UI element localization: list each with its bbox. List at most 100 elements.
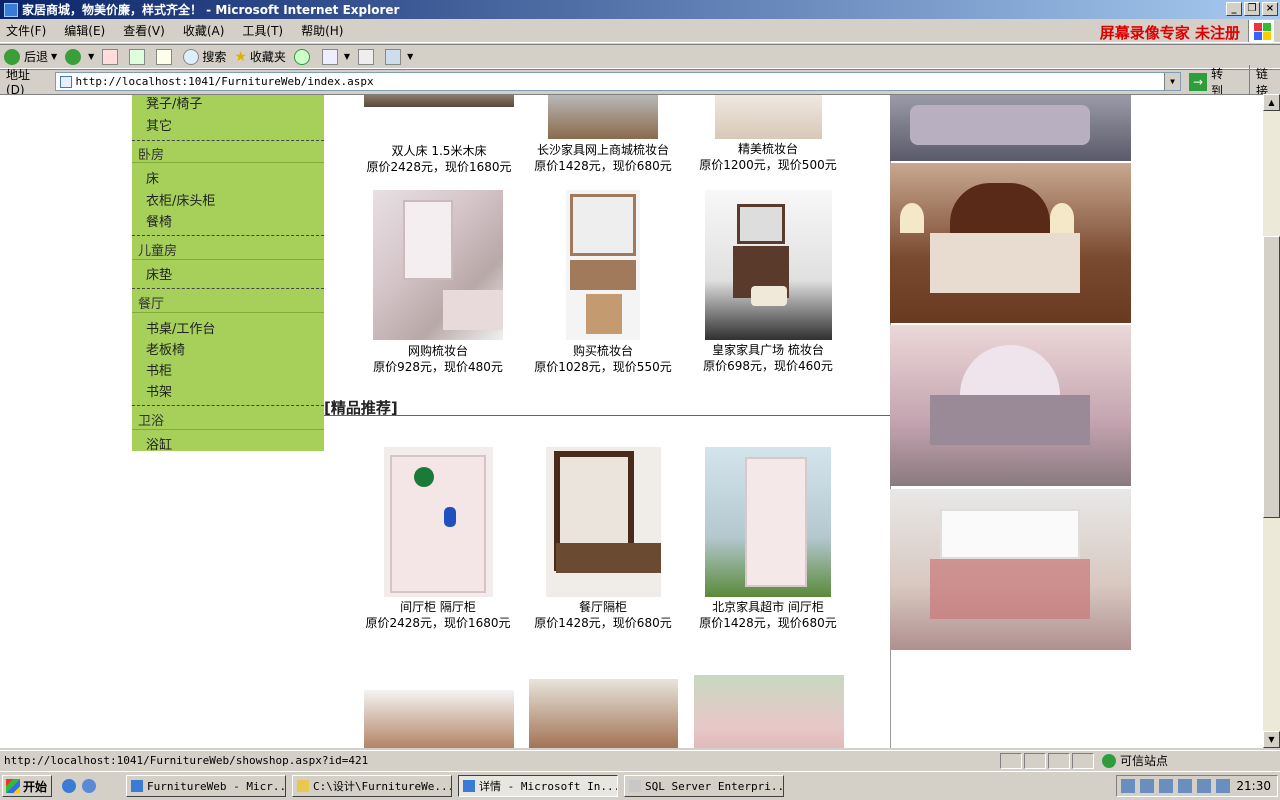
product-name[interactable]: 精美梳妆台	[693, 140, 843, 157]
favorites-button[interactable]: ★ 收藏夹	[234, 48, 286, 65]
search-button[interactable]: 搜索	[183, 48, 226, 65]
status-cell	[1072, 752, 1094, 769]
product-image[interactable]	[373, 190, 503, 340]
clock[interactable]: 21:30	[1236, 779, 1271, 793]
product-name[interactable]: 购买梳妆台	[528, 342, 678, 359]
menu-bar: 文件(F) 编辑(E) 查看(V) 收藏(A) 工具(T) 帮助(H)	[0, 19, 1280, 43]
product-image[interactable]	[364, 95, 514, 107]
divider	[132, 162, 324, 163]
product-image[interactable]	[384, 447, 493, 597]
product-name[interactable]: 餐厅隔柜	[528, 598, 678, 615]
product-name[interactable]: 双人床 1.5米木床	[364, 142, 514, 159]
tray-icon[interactable]	[1140, 779, 1154, 793]
chevron-down-icon[interactable]: ▼	[1164, 73, 1181, 90]
edit-button[interactable]: ▼	[385, 48, 413, 65]
mail-button[interactable]: ▼	[321, 48, 350, 65]
menu-file[interactable]: 文件(F)	[6, 22, 46, 39]
category-heading[interactable]: 儿童房	[138, 240, 177, 259]
product-image[interactable]	[548, 95, 658, 139]
scroll-thumb[interactable]	[1263, 236, 1280, 518]
category-link[interactable]: 老板椅	[146, 339, 185, 358]
taskbar-button[interactable]: C:\设计\FurnitureWe...	[292, 775, 452, 797]
menu-view[interactable]: 查看(V)	[123, 22, 165, 39]
banner-image[interactable]	[890, 163, 1131, 323]
tray-icon[interactable]	[1159, 779, 1173, 793]
tray-icon[interactable]	[1121, 779, 1135, 793]
product-name[interactable]: 皇家家具广场 梳妆台	[693, 341, 843, 358]
category-link[interactable]: 其它	[146, 115, 172, 134]
category-link[interactable]: 书柜	[146, 360, 172, 379]
banner-image[interactable]	[890, 95, 1131, 161]
product-name[interactable]: 长沙家具网上商城梳妆台	[528, 141, 678, 158]
product-name[interactable]: 北京家具超市 间厅柜	[693, 598, 843, 615]
taskbar-button[interactable]: 详情 - Microsoft In...	[458, 775, 618, 797]
stop-button[interactable]	[102, 48, 121, 65]
product-image[interactable]	[566, 190, 640, 340]
taskbar-button[interactable]: FurnitureWeb - Micr...	[126, 775, 286, 797]
product-name[interactable]: 网购梳妆台	[363, 342, 513, 359]
category-link[interactable]: 餐椅	[146, 211, 172, 230]
category-link[interactable]: 床垫	[146, 264, 172, 283]
ie-quicklaunch-icon[interactable]	[62, 779, 76, 793]
category-heading[interactable]: 卫浴	[138, 410, 164, 429]
category-heading[interactable]: 卧房	[138, 144, 164, 163]
banner-image[interactable]	[890, 489, 1131, 650]
ie-icon	[4, 2, 18, 17]
category-link[interactable]: 浴缸	[146, 434, 172, 453]
menu-edit[interactable]: 编辑(E)	[64, 22, 105, 39]
status-cell	[1024, 752, 1046, 769]
chevron-down-icon[interactable]: ▼	[88, 52, 94, 61]
tray-icon[interactable]	[1197, 779, 1211, 793]
address-input[interactable]: http://localhost:1041/FurnitureWeb/index…	[54, 72, 1182, 91]
tray-icon[interactable]	[1216, 779, 1230, 793]
print-button[interactable]	[358, 48, 377, 65]
history-button[interactable]	[293, 48, 314, 65]
product-name[interactable]: 间厅柜 隔厅柜	[363, 598, 513, 615]
category-link[interactable]: 衣柜/床头柜	[146, 190, 215, 209]
category-link[interactable]: 书架	[146, 381, 172, 400]
divider	[132, 259, 324, 260]
minimize-button[interactable]: _	[1226, 2, 1242, 16]
refresh-button[interactable]	[129, 48, 148, 65]
title-bar: 家居商城，物美价廉，样式齐全！ - Microsoft Internet Exp…	[0, 0, 1280, 19]
category-link[interactable]: 书桌/工作台	[146, 318, 215, 337]
chevron-down-icon[interactable]: ▼	[51, 52, 57, 61]
product-image[interactable]	[705, 190, 832, 340]
category-heading[interactable]: 餐厅	[138, 293, 164, 312]
chevron-down-icon[interactable]: ▼	[344, 52, 350, 61]
category-menu: 凳子/椅子 其它 卧房 床 衣柜/床头柜 餐椅 儿童房 床垫 餐厅 书桌/工作台…	[132, 95, 324, 453]
ie-icon	[463, 780, 475, 792]
product-image[interactable]	[529, 679, 678, 748]
scroll-up-icon[interactable]: ▲	[1263, 94, 1280, 111]
security-zone[interactable]: 可信站点	[1102, 752, 1168, 769]
category-link[interactable]: 凳子/椅子	[146, 95, 202, 112]
back-button[interactable]: 后退 ▼	[4, 48, 57, 65]
search-icon	[183, 48, 200, 65]
product-image[interactable]	[694, 675, 844, 748]
outlook-quicklaunch-icon[interactable]	[82, 779, 96, 793]
close-button[interactable]: ×	[1262, 2, 1278, 16]
product-image[interactable]	[364, 690, 514, 748]
home-button[interactable]	[156, 48, 175, 65]
system-tray: 21:30	[1116, 775, 1278, 797]
menu-help[interactable]: 帮助(H)	[301, 22, 343, 39]
tray-icon[interactable]	[1178, 779, 1192, 793]
stop-icon	[102, 48, 119, 65]
address-bar: 地址(D) http://localhost:1041/FurnitureWeb…	[0, 64, 1280, 99]
scroll-down-icon[interactable]: ▼	[1263, 731, 1280, 748]
start-button[interactable]: 开始	[2, 775, 52, 797]
chevron-down-icon[interactable]: ▼	[407, 52, 413, 61]
product-image[interactable]	[715, 95, 822, 139]
forward-button[interactable]: ▼	[65, 48, 94, 65]
sql-server-icon	[629, 780, 641, 792]
product-image[interactable]	[705, 447, 831, 597]
menu-tools[interactable]: 工具(T)	[242, 22, 283, 39]
windows-flag-icon	[6, 779, 20, 793]
category-link[interactable]: 床	[146, 168, 159, 187]
product-image[interactable]	[546, 447, 661, 597]
menu-favorites[interactable]: 收藏(A)	[183, 22, 225, 39]
banner-image[interactable]	[890, 325, 1131, 486]
restore-button[interactable]: ❐	[1244, 2, 1260, 16]
taskbar-button[interactable]: SQL Server Enterpri...	[624, 775, 784, 797]
vertical-scrollbar[interactable]: ▲ ▼	[1263, 94, 1280, 748]
